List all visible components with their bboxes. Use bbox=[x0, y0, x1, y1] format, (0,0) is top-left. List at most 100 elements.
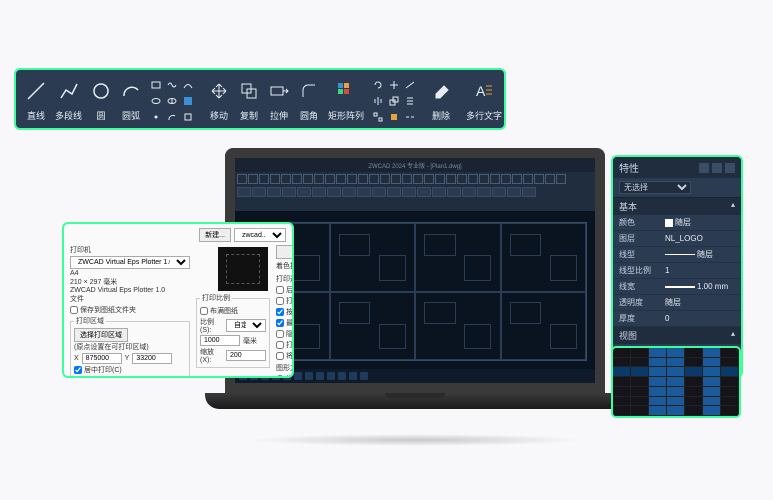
new-button[interactable]: 新建... bbox=[199, 228, 231, 242]
tool-array[interactable]: 矩形阵列 bbox=[325, 74, 367, 124]
ellipse-icon[interactable] bbox=[149, 94, 163, 108]
x-label: X bbox=[74, 355, 79, 362]
tool-fillet[interactable]: 圆角 bbox=[295, 74, 323, 124]
spline-icon[interactable] bbox=[181, 78, 195, 92]
laptop-base bbox=[205, 393, 625, 409]
join-icon[interactable] bbox=[403, 110, 417, 124]
rotate-icon[interactable] bbox=[371, 78, 385, 92]
wave-icon[interactable] bbox=[165, 78, 179, 92]
paper-size: A4 bbox=[70, 270, 190, 277]
trim-icon[interactable] bbox=[387, 78, 401, 92]
y-input[interactable] bbox=[132, 353, 172, 364]
circle-icon bbox=[90, 76, 112, 106]
section-basic[interactable]: 基本 bbox=[613, 198, 741, 215]
erase-icon bbox=[430, 76, 452, 106]
area-legend: 打印区域 bbox=[74, 316, 106, 326]
tool-line-label: 直线 bbox=[27, 109, 45, 122]
point-icon[interactable] bbox=[149, 110, 163, 124]
scale-select[interactable]: 自定义 bbox=[226, 319, 266, 332]
square-icon[interactable] bbox=[181, 110, 195, 124]
mirror-icon[interactable] bbox=[371, 94, 385, 108]
tool-circle[interactable]: 圆 bbox=[87, 74, 115, 124]
area-note: (原点设置在可打印区域) bbox=[74, 342, 186, 352]
menu-icon[interactable] bbox=[712, 163, 722, 173]
save-layout-check[interactable]: 保存到图纸文件夹 bbox=[70, 305, 190, 315]
scale-label: 比例(S): bbox=[200, 317, 223, 334]
scale-a-input[interactable] bbox=[200, 335, 240, 346]
lineweight-preview bbox=[665, 286, 695, 288]
tool-copy-label: 复制 bbox=[240, 109, 258, 122]
custom-input[interactable] bbox=[226, 350, 266, 361]
prop-transparency[interactable]: 透明度随层 bbox=[613, 295, 741, 311]
close-icon[interactable] bbox=[725, 163, 735, 173]
prop-linetype[interactable]: 线型随层 bbox=[613, 247, 741, 263]
tool-polyline[interactable]: 多段线 bbox=[52, 74, 85, 124]
arc-icon bbox=[120, 76, 142, 106]
explode-icon[interactable] bbox=[371, 110, 385, 124]
fit-check[interactable]: 布满图纸 bbox=[200, 306, 266, 316]
line-icon bbox=[25, 76, 47, 106]
custom-label: 缩放(X): bbox=[200, 347, 223, 364]
arc2-icon[interactable] bbox=[165, 110, 179, 124]
extend-icon[interactable] bbox=[403, 78, 417, 92]
tool-move[interactable]: 移动 bbox=[205, 74, 233, 124]
tool-fillet-label: 圆角 bbox=[300, 109, 318, 122]
laptop-shadow bbox=[247, 434, 583, 446]
pin-icon[interactable] bbox=[699, 163, 709, 173]
scale-fieldset: 打印比例 布满图纸 比例(S):自定义 毫米 缩放(X): bbox=[196, 293, 270, 368]
plot-preview bbox=[218, 247, 268, 291]
opt-save[interactable]: 将修改 bbox=[276, 351, 294, 361]
opt-bg[interactable]: 后台打印 bbox=[276, 285, 294, 295]
opt-hide[interactable]: 隐藏图 bbox=[276, 329, 294, 339]
tool-mtext[interactable]: A 多行文字 bbox=[463, 74, 505, 124]
preset-select[interactable]: zwcad.. bbox=[234, 228, 286, 242]
opt-last[interactable]: 最后打印 bbox=[276, 318, 294, 328]
tool-arc-label: 圆弧 bbox=[122, 109, 140, 122]
prop-layer[interactable]: 图层NL_LOGO bbox=[613, 231, 741, 247]
hatch-icon[interactable] bbox=[181, 94, 195, 108]
center-check[interactable]: 居中打印(C) bbox=[74, 365, 186, 375]
tool-polyline-label: 多段线 bbox=[55, 109, 82, 122]
box-icon[interactable] bbox=[387, 110, 401, 124]
svg-text:A: A bbox=[476, 83, 486, 99]
color-swatch bbox=[665, 219, 673, 227]
opt-style[interactable]: 按样式打印 bbox=[276, 307, 294, 317]
properties-panel: 特性 无选择 基本 颜色随层 图层NL_LOGO 线型随层 线型比例1 线宽1.… bbox=[611, 155, 743, 378]
app-title: ZWCAD 2024 专业版 - [Plan1.dwg] bbox=[368, 161, 461, 170]
area-select-button[interactable]: 选择打印区域 bbox=[74, 328, 128, 342]
y-label: Y bbox=[125, 355, 130, 362]
rect-icon[interactable] bbox=[149, 78, 163, 92]
stretch-icon bbox=[268, 76, 290, 106]
tool-arc[interactable]: 圆弧 bbox=[117, 74, 145, 124]
prop-color[interactable]: 颜色随层 bbox=[613, 215, 741, 231]
plot-dialog: 新建... zwcad.. 打印机 ZWCAD Virtual Eps Plot… bbox=[62, 222, 294, 378]
draw-toolbar: 直线 多段线 圆 圆弧 移动 复制 拉伸 圆角 矩形 bbox=[14, 68, 506, 130]
modify-mini-tools[interactable] bbox=[369, 74, 419, 124]
section-view[interactable]: 视图 bbox=[613, 327, 741, 344]
draw-mini-tools[interactable] bbox=[147, 74, 197, 124]
ellipse2-icon[interactable] bbox=[165, 94, 179, 108]
prop-lineweight[interactable]: 线宽1.00 mm bbox=[613, 279, 741, 295]
array-icon bbox=[335, 76, 357, 106]
layer-table-panel[interactable] bbox=[611, 346, 741, 418]
tool-mtext-label: 多行文字 bbox=[466, 109, 502, 122]
opt-stamp[interactable]: 打开打印 bbox=[276, 340, 294, 350]
prop-thickness[interactable]: 厚度0 bbox=[613, 311, 741, 327]
polyline-icon bbox=[58, 76, 80, 106]
opt-lw[interactable]: 打印线宽 bbox=[276, 296, 294, 306]
prop-ltscale[interactable]: 线型比例1 bbox=[613, 263, 741, 279]
ribbon[interactable] bbox=[235, 172, 595, 212]
tool-line[interactable]: 直线 bbox=[22, 74, 50, 124]
unit-label: 毫米 bbox=[243, 336, 257, 346]
x-input[interactable] bbox=[82, 353, 122, 364]
tool-copy[interactable]: 复制 bbox=[235, 74, 263, 124]
offset-icon[interactable] bbox=[403, 94, 417, 108]
props-button[interactable]: 特性(R)... bbox=[276, 245, 294, 259]
tool-erase[interactable]: 删除 bbox=[427, 74, 455, 124]
file-type: 文件 bbox=[70, 294, 190, 304]
tool-stretch[interactable]: 拉伸 bbox=[265, 74, 293, 124]
selection-dropdown[interactable]: 无选择 bbox=[619, 181, 691, 194]
tool-stretch-label: 拉伸 bbox=[270, 109, 288, 122]
plotter-select[interactable]: ZWCAD Virtual Eps Plotter 1.0 bbox=[70, 256, 190, 269]
scale-icon[interactable] bbox=[387, 94, 401, 108]
